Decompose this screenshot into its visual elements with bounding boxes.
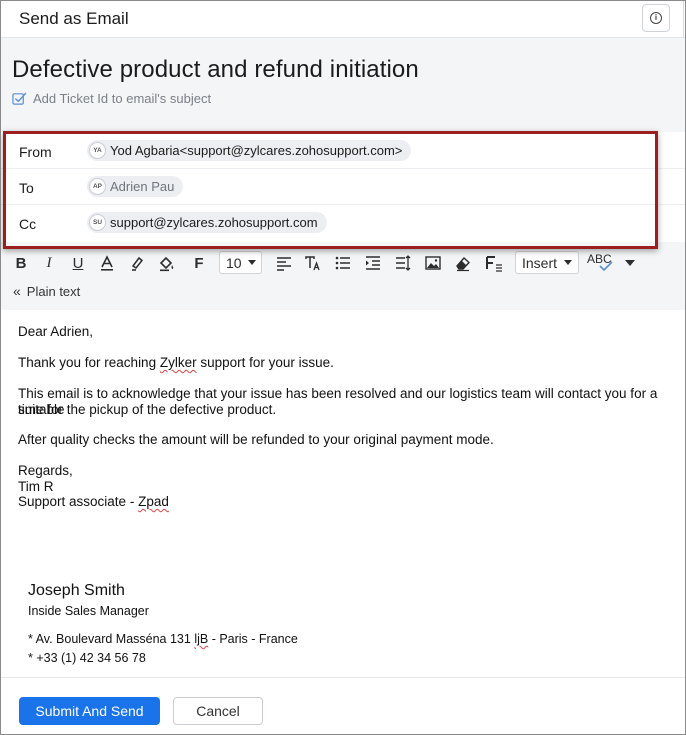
bullet-list-icon xyxy=(335,256,350,270)
signature-title: Inside Sales Manager xyxy=(28,604,149,618)
cc-row: Cc SU support@zylcares.zohosupport.com xyxy=(1,205,685,241)
body-line: After quality checks the amount will be … xyxy=(18,432,494,447)
email-subject[interactable]: Defective product and refund initiation xyxy=(12,56,419,84)
email-header: Defective product and refund initiation … xyxy=(1,38,685,132)
body-line: Thank you for reaching Zylker support fo… xyxy=(18,355,334,370)
signature-phone: * +33 (1) 42 34 56 78 xyxy=(28,651,146,665)
text-case-button[interactable] xyxy=(304,252,322,274)
email-body-editor[interactable]: Dear Adrien, Thank you for reaching Zylk… xyxy=(1,310,685,678)
bullet-list-button[interactable] xyxy=(334,252,352,274)
format-painter-button[interactable] xyxy=(484,252,504,274)
font-size-value: 10 xyxy=(226,254,242,271)
check-mark-icon xyxy=(599,260,613,271)
cc-address: support@zylcares.zohosupport.com xyxy=(110,215,318,230)
chevron-down-icon xyxy=(564,260,572,265)
greeting: Dear Adrien, xyxy=(18,324,94,339)
chevron-down-icon xyxy=(625,260,635,266)
to-label: To xyxy=(19,180,34,196)
indent-icon xyxy=(366,256,380,270)
plain-text-toggle[interactable]: « Plain text xyxy=(13,283,80,299)
image-icon xyxy=(425,256,441,270)
chevron-down-icon xyxy=(247,260,256,265)
sender-role: Support associate - Zpad xyxy=(18,494,169,509)
align-left-icon xyxy=(277,257,291,271)
regards: Regards, xyxy=(18,463,73,478)
font-size-select[interactable]: 10 xyxy=(219,251,262,274)
underline-button[interactable]: U xyxy=(69,252,87,274)
to-chip[interactable]: AP Adrien Pau xyxy=(87,176,184,197)
spellcheck-button[interactable]: ABC xyxy=(587,250,613,272)
to-recipient: Adrien Pau xyxy=(110,179,175,194)
editor-toolbar: B I U F 10 Insert ABC « Plain text xyxy=(1,242,685,310)
spellcheck-dropdown[interactable] xyxy=(621,252,639,274)
body-line: time for the pickup of the defective pro… xyxy=(18,402,277,417)
send-as-email-dialog: Send as Email i Defective product and re… xyxy=(0,0,686,735)
text-case-icon xyxy=(305,256,320,271)
from-chip[interactable]: YA Yod Agbaria<support@zylcares.zohosupp… xyxy=(87,140,412,161)
highlight-button[interactable] xyxy=(128,252,146,274)
eraser-icon xyxy=(456,257,470,272)
avatar: YA xyxy=(89,142,106,159)
text-color-button[interactable] xyxy=(98,252,116,274)
line-height-button[interactable] xyxy=(394,252,412,274)
add-ticket-id-option[interactable]: Add Ticket Id to email's subject xyxy=(12,89,211,107)
info-icon: i xyxy=(650,12,662,24)
cc-label: Cc xyxy=(19,216,37,232)
font-family-button[interactable]: F xyxy=(190,252,208,274)
cc-chip[interactable]: SU support@zylcares.zohosupport.com xyxy=(87,212,327,233)
cancel-button[interactable]: Cancel xyxy=(173,697,263,725)
from-row: From YA Yod Agbaria<support@zylcares.zoh… xyxy=(1,133,685,169)
line-spacing-icon xyxy=(396,255,411,271)
dialog-footer: Submit And Send Cancel xyxy=(1,678,685,734)
signature-address: * Av. Boulevard Masséna 131 ljB - Paris … xyxy=(28,632,298,646)
plain-text-label: Plain text xyxy=(26,283,81,299)
insert-image-button[interactable] xyxy=(424,252,442,274)
info-button[interactable]: i xyxy=(642,4,670,32)
to-row: To AP Adrien Pau xyxy=(1,169,685,205)
avatar: SU xyxy=(89,214,106,231)
insert-label: Insert xyxy=(522,254,558,271)
signature-name: Joseph Smith xyxy=(28,582,125,599)
format-painter-icon xyxy=(486,256,502,272)
double-chevron-left-icon: « xyxy=(13,283,21,299)
from-label: From xyxy=(19,144,52,160)
clear-formatting-button[interactable] xyxy=(454,252,472,274)
background-color-button[interactable] xyxy=(158,252,176,274)
spellcheck-icon: ABC xyxy=(587,252,613,271)
add-ticket-id-label: Add Ticket Id to email's subject xyxy=(33,90,212,106)
paint-bucket-icon xyxy=(159,256,174,272)
bold-button[interactable]: B xyxy=(12,252,30,274)
dialog-title: Send as Email xyxy=(19,9,129,28)
insert-dropdown[interactable]: Insert xyxy=(515,251,579,274)
italic-button[interactable]: I xyxy=(40,252,58,274)
recipients-panel: From YA Yod Agbaria<support@zylcares.zoh… xyxy=(1,132,685,242)
submit-and-send-button[interactable]: Submit And Send xyxy=(19,697,160,725)
align-button[interactable] xyxy=(275,252,293,274)
divider xyxy=(683,1,684,38)
avatar: AP xyxy=(89,178,106,195)
dialog-titlebar: Send as Email i xyxy=(1,1,685,38)
indent-button[interactable] xyxy=(364,252,382,274)
highlighter-icon xyxy=(131,256,144,271)
from-address: Yod Agbaria<support@zylcares.zohosupport… xyxy=(110,143,403,158)
font-color-icon xyxy=(101,255,113,271)
checkbox-checked-icon[interactable] xyxy=(12,91,27,106)
sender-name: Tim R xyxy=(18,479,54,494)
